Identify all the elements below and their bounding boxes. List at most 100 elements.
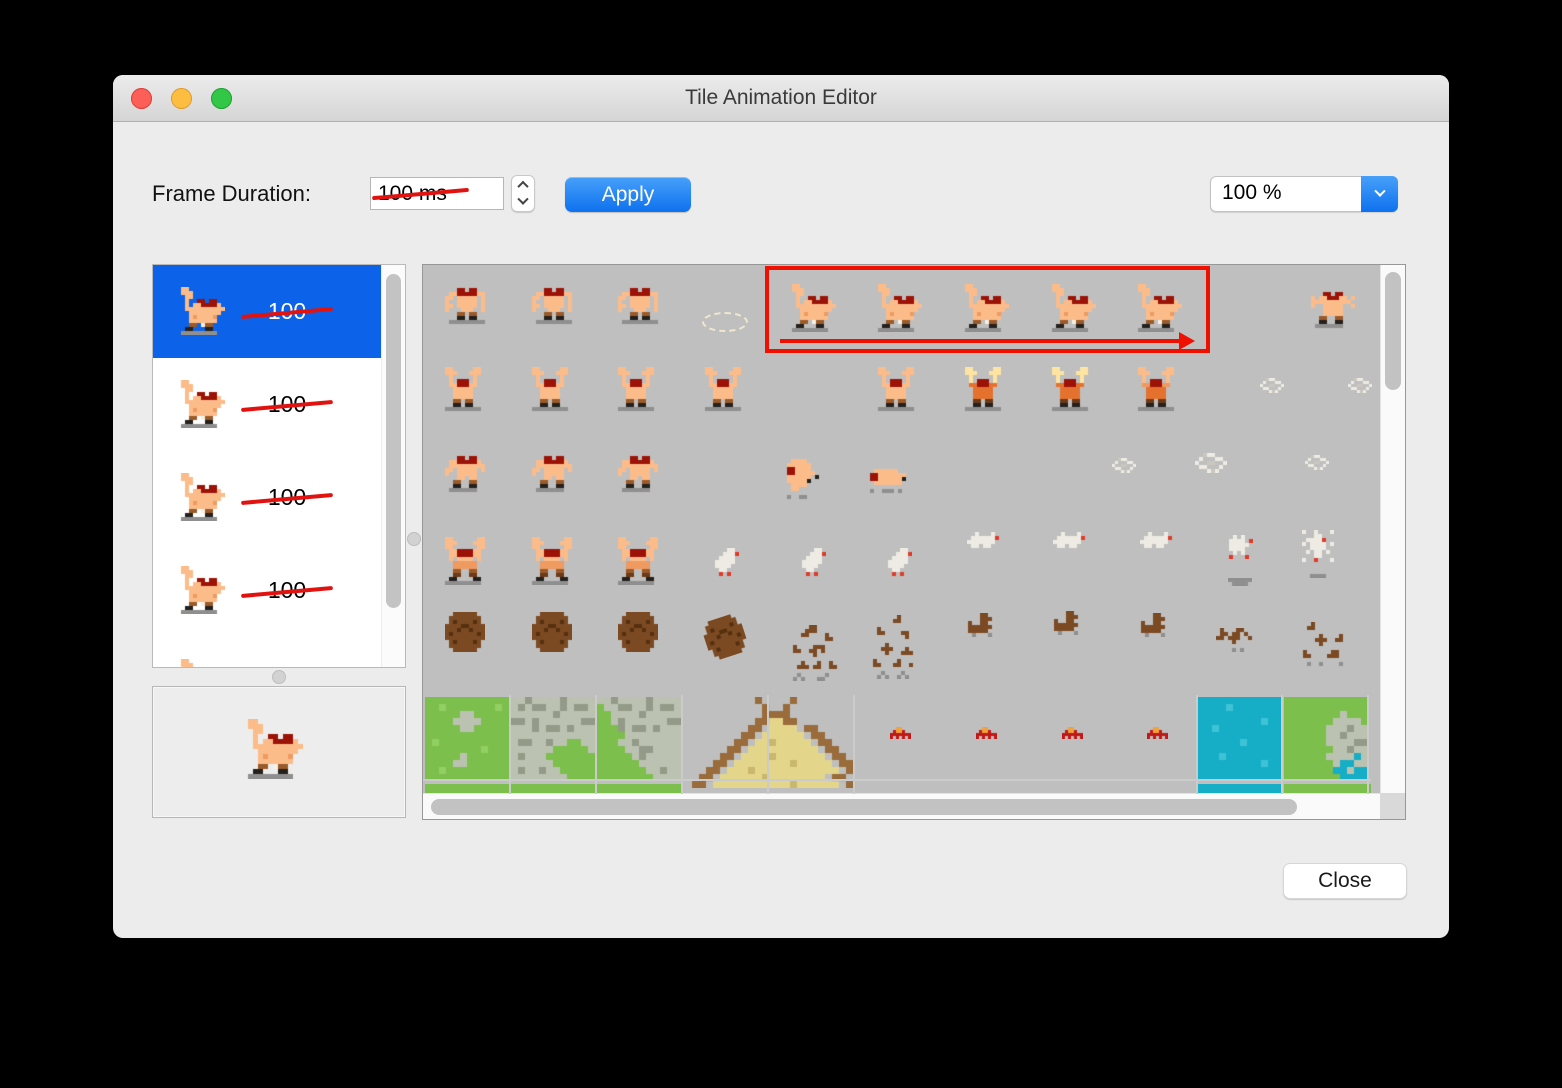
tile-barrel[interactable] [699,611,751,663]
scrollbar-corner [1380,793,1405,819]
tileset-horizontal-scrollbar-thumb[interactable] [431,799,1297,815]
horizontal-splitter-handle[interactable] [272,670,286,684]
zoom-dropdown-button[interactable] [1361,176,1398,212]
tile-crouch[interactable] [441,284,489,332]
stepper-down-button[interactable] [512,193,534,212]
tile-fragsA[interactable] [785,625,845,681]
frame-duration-value: 100 [251,298,323,325]
tile-stand[interactable] [441,452,489,500]
tile-shadowS[interactable] [1228,578,1252,586]
tile-puff[interactable] [1260,378,1284,393]
tile-barrel[interactable] [618,612,658,652]
tile-chickenFly[interactable] [967,532,1003,552]
tile-barrel[interactable] [532,612,572,652]
frame-list-item[interactable]: 100 [153,544,405,637]
tileset-horizontal-scrollbar[interactable] [423,793,1381,819]
zoom-combobox[interactable]: 100 % [1210,176,1398,212]
tile-crab[interactable] [890,727,911,739]
tile-water[interactable] [1198,697,1282,781]
frame-list-scrollbar[interactable] [381,265,405,667]
tile-fallA[interactable] [775,455,823,503]
tile-fallB[interactable] [862,457,910,505]
apply-button[interactable]: Apply [565,177,691,212]
red-arrow-head [1179,332,1195,350]
tile-chickenFly[interactable] [1053,532,1089,552]
tile-bigcheer[interactable] [614,537,662,585]
tile-bigcheer[interactable] [528,537,576,585]
tile-crouch[interactable] [528,284,576,332]
tileset-vertical-scrollbar-thumb[interactable] [1385,272,1401,390]
tile-fragsB[interactable] [865,615,925,679]
stepper-up-button[interactable] [512,176,534,194]
tile-chicken[interactable] [711,548,739,580]
tile-puff[interactable] [1305,455,1329,470]
tileset-vertical-scrollbar[interactable] [1380,265,1405,794]
tile-chicken[interactable] [884,548,912,580]
preview-sprite [243,719,303,779]
tile-chickenBurst[interactable] [1302,530,1334,578]
tile-barrel[interactable] [445,612,485,652]
tile-cheerOrange[interactable] [1134,367,1182,415]
tile-crouch[interactable] [614,284,662,332]
close-button[interactable]: Close [1283,863,1407,899]
tile-cheer[interactable] [874,367,922,415]
tileset-content[interactable] [423,265,1381,794]
frame-sprite [177,287,225,340]
tile-stand[interactable] [614,452,662,500]
close-window-icon[interactable] [131,88,152,109]
tile-chickenLand[interactable] [1225,535,1253,559]
frame-duration-value: 100 [251,577,323,604]
zoom-window-icon[interactable] [211,88,232,109]
frame-list-item[interactable] [153,637,405,667]
chevron-down-icon [517,193,529,206]
frame-list-item[interactable]: 100 [153,451,405,544]
tile-cheer[interactable] [701,367,749,415]
red-arrow-annotation [780,339,1179,343]
tile-grass[interactable] [425,697,509,781]
tile-cheer[interactable] [528,367,576,415]
frame-list-scrollbar-thumb[interactable] [386,274,401,608]
tile-chicken[interactable] [798,548,826,580]
window-title: Tile Animation Editor [685,86,877,109]
minimize-window-icon[interactable] [171,88,192,109]
tile-puff[interactable] [1195,453,1227,473]
tile-cheerGlow[interactable] [961,367,1009,415]
tile-puff[interactable] [1348,378,1372,393]
empty-tile-marker[interactable] [702,312,748,332]
tile-crab[interactable] [1062,727,1083,739]
frame-items-container: 100 100 100 100 [153,265,405,667]
tile-log[interactable] [1050,611,1086,635]
traffic-lights [131,88,232,109]
tile-chickenFly[interactable] [1140,532,1176,552]
tile-cheer[interactable] [441,367,489,415]
tile-tent[interactable] [685,697,853,788]
tile-log[interactable] [964,613,1000,637]
vertical-splitter-handle[interactable] [407,532,421,546]
frame-list-item[interactable]: 100 [153,358,405,451]
frame-sprite [177,380,225,433]
tile-cheerGlow[interactable] [1048,367,1096,415]
tile-stoneB[interactable] [597,697,681,781]
tile-stand[interactable] [528,452,576,500]
frame-list-item[interactable]: 100 [153,265,405,358]
tile-log[interactable] [1137,613,1173,637]
tile-fragsC[interactable] [1295,622,1355,670]
tile-crab[interactable] [1147,727,1168,739]
tile-gridline [423,779,1371,781]
tile-puff[interactable] [1112,458,1136,473]
tile-crab[interactable] [976,727,997,739]
tile-logBreak[interactable] [1216,628,1260,652]
chevron-up-icon [517,180,529,192]
tile-tpose[interactable] [1307,284,1355,332]
frame-duration-input[interactable] [370,177,504,210]
title-bar[interactable]: Tile Animation Editor [113,75,1449,122]
tile-stoneA[interactable] [511,697,595,781]
animation-preview [152,686,406,818]
frame-sprite [177,566,225,619]
frame-duration-stepper[interactable] [511,175,535,212]
tileset-view [422,264,1406,820]
tile-grassRock[interactable] [1284,697,1368,781]
tile-bigcheer[interactable] [441,537,489,585]
tile-animation-editor-window: Tile Animation Editor Frame Duration: Ap… [113,75,1449,938]
tile-cheer[interactable] [614,367,662,415]
